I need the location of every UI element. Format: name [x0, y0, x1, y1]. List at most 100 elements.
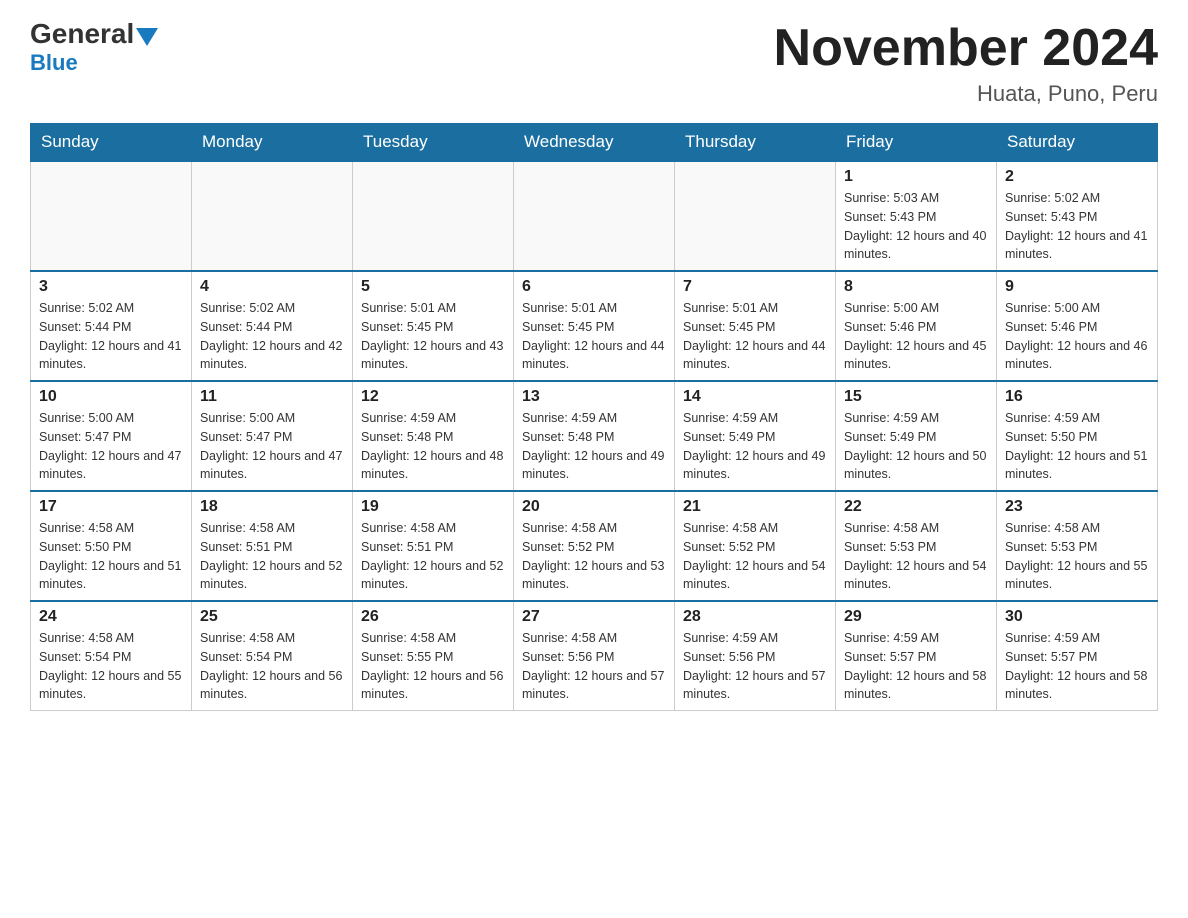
- day-number: 15: [844, 388, 988, 406]
- calendar-cell: 12 Sunrise: 4:59 AMSunset: 5:48 PMDayligh…: [353, 381, 514, 491]
- day-number: 1: [844, 168, 988, 186]
- calendar-cell: 9Sunrise: 5:00 AMSunset: 5:46 PMDaylight…: [997, 271, 1158, 381]
- day-number: 3: [39, 278, 183, 296]
- day-number: 6: [522, 278, 666, 296]
- calendar-cell: [675, 161, 836, 271]
- week-row-1: 1 Sunrise: 5:03 AMSunset: 5:43 PMDaylight…: [31, 161, 1158, 271]
- calendar-table: Sunday Monday Tuesday Wednesday Thursday…: [30, 123, 1158, 711]
- weekday-header-row: Sunday Monday Tuesday Wednesday Thursday…: [31, 124, 1158, 162]
- day-info: Sunrise: 4:58 AMSunset: 5:52 PMDaylight:…: [683, 519, 827, 594]
- day-number: 30: [1005, 608, 1149, 626]
- calendar-cell: [514, 161, 675, 271]
- calendar-cell: [353, 161, 514, 271]
- page-header: General Blue November 2024 Huata, Puno, …: [30, 20, 1158, 107]
- day-info: Sunrise: 5:01 AMSunset: 5:45 PMDaylight:…: [361, 299, 505, 374]
- calendar-cell: 1 Sunrise: 5:03 AMSunset: 5:43 PMDaylight…: [836, 161, 997, 271]
- calendar-cell: 19Sunrise: 4:58 AMSunset: 5:51 PMDayligh…: [353, 491, 514, 601]
- calendar-cell: 3 Sunrise: 5:02 AMSunset: 5:44 PMDaylight…: [31, 271, 192, 381]
- day-number: 20: [522, 498, 666, 516]
- day-info: Sunrise: 4:59 AMSunset: 5:57 PMDaylight:…: [844, 629, 988, 704]
- day-info: Sunrise: 5:03 AMSunset: 5:43 PMDaylight:…: [844, 189, 988, 264]
- calendar-cell: 13Sunrise: 4:59 AMSunset: 5:48 PMDayligh…: [514, 381, 675, 491]
- day-number: 17: [39, 498, 183, 516]
- location-subtitle: Huata, Puno, Peru: [774, 81, 1158, 107]
- calendar-cell: 23 Sunrise: 4:58 AMSunset: 5:53 PMDayligh…: [997, 491, 1158, 601]
- title-area: November 2024 Huata, Puno, Peru: [774, 20, 1158, 107]
- calendar-cell: 15Sunrise: 4:59 AMSunset: 5:49 PMDayligh…: [836, 381, 997, 491]
- week-row-2: 3 Sunrise: 5:02 AMSunset: 5:44 PMDaylight…: [31, 271, 1158, 381]
- day-info: Sunrise: 4:58 AMSunset: 5:52 PMDaylight:…: [522, 519, 666, 594]
- calendar-cell: [192, 161, 353, 271]
- header-thursday: Thursday: [675, 124, 836, 162]
- header-wednesday: Wednesday: [514, 124, 675, 162]
- day-info: Sunrise: 4:58 AMSunset: 5:56 PMDaylight:…: [522, 629, 666, 704]
- day-number: 22: [844, 498, 988, 516]
- calendar-cell: 20 Sunrise: 4:58 AMSunset: 5:52 PMDayligh…: [514, 491, 675, 601]
- calendar-cell: 21 Sunrise: 4:58 AMSunset: 5:52 PMDayligh…: [675, 491, 836, 601]
- day-info: Sunrise: 4:59 AMSunset: 5:56 PMDaylight:…: [683, 629, 827, 704]
- day-number: 18: [200, 498, 344, 516]
- week-row-5: 24 Sunrise: 4:58 AMSunset: 5:54 PMDayligh…: [31, 601, 1158, 711]
- day-number: 10: [39, 388, 183, 406]
- calendar-cell: 17 Sunrise: 4:58 AMSunset: 5:50 PMDayligh…: [31, 491, 192, 601]
- day-number: 9: [1005, 278, 1149, 296]
- calendar-cell: 8Sunrise: 5:00 AMSunset: 5:46 PMDaylight…: [836, 271, 997, 381]
- calendar-cell: 18Sunrise: 4:58 AMSunset: 5:51 PMDayligh…: [192, 491, 353, 601]
- day-number: 24: [39, 608, 183, 626]
- week-row-4: 17 Sunrise: 4:58 AMSunset: 5:50 PMDayligh…: [31, 491, 1158, 601]
- day-info: Sunrise: 4:59 AMSunset: 5:48 PMDaylight:…: [522, 409, 666, 484]
- calendar-cell: 10 Sunrise: 5:00 AMSunset: 5:47 PMDayligh…: [31, 381, 192, 491]
- calendar-cell: 24 Sunrise: 4:58 AMSunset: 5:54 PMDayligh…: [31, 601, 192, 711]
- day-info: Sunrise: 5:00 AMSunset: 5:47 PMDaylight:…: [200, 409, 344, 484]
- day-number: 29: [844, 608, 988, 626]
- header-tuesday: Tuesday: [353, 124, 514, 162]
- day-number: 21: [683, 498, 827, 516]
- day-info: Sunrise: 4:59 AMSunset: 5:48 PMDaylight:…: [361, 409, 505, 484]
- calendar-cell: 11Sunrise: 5:00 AMSunset: 5:47 PMDayligh…: [192, 381, 353, 491]
- day-info: Sunrise: 4:59 AMSunset: 5:57 PMDaylight:…: [1005, 629, 1149, 704]
- day-number: 28: [683, 608, 827, 626]
- calendar-cell: 27Sunrise: 4:58 AMSunset: 5:56 PMDayligh…: [514, 601, 675, 711]
- calendar-cell: 26Sunrise: 4:58 AMSunset: 5:55 PMDayligh…: [353, 601, 514, 711]
- calendar-cell: 6Sunrise: 5:01 AMSunset: 5:45 PMDaylight…: [514, 271, 675, 381]
- calendar-cell: 4 Sunrise: 5:02 AMSunset: 5:44 PMDaylight…: [192, 271, 353, 381]
- day-info: Sunrise: 5:02 AMSunset: 5:44 PMDaylight:…: [200, 299, 344, 374]
- day-info: Sunrise: 4:58 AMSunset: 5:53 PMDaylight:…: [1005, 519, 1149, 594]
- day-number: 16: [1005, 388, 1149, 406]
- day-info: Sunrise: 4:58 AMSunset: 5:54 PMDaylight:…: [39, 629, 183, 704]
- week-row-3: 10 Sunrise: 5:00 AMSunset: 5:47 PMDayligh…: [31, 381, 1158, 491]
- header-saturday: Saturday: [997, 124, 1158, 162]
- logo-bottom: Blue: [30, 50, 78, 76]
- header-sunday: Sunday: [31, 124, 192, 162]
- day-number: 4: [200, 278, 344, 296]
- calendar-cell: 25Sunrise: 4:58 AMSunset: 5:54 PMDayligh…: [192, 601, 353, 711]
- day-number: 12: [361, 388, 505, 406]
- calendar-cell: 5 Sunrise: 5:01 AMSunset: 5:45 PMDaylight…: [353, 271, 514, 381]
- calendar-cell: 7 Sunrise: 5:01 AMSunset: 5:45 PMDaylight…: [675, 271, 836, 381]
- calendar-cell: 22 Sunrise: 4:58 AMSunset: 5:53 PMDayligh…: [836, 491, 997, 601]
- day-info: Sunrise: 4:59 AMSunset: 5:49 PMDaylight:…: [683, 409, 827, 484]
- day-info: Sunrise: 5:00 AMSunset: 5:46 PMDaylight:…: [844, 299, 988, 374]
- day-info: Sunrise: 4:59 AMSunset: 5:50 PMDaylight:…: [1005, 409, 1149, 484]
- day-info: Sunrise: 5:02 AMSunset: 5:44 PMDaylight:…: [39, 299, 183, 374]
- month-title: November 2024: [774, 20, 1158, 77]
- day-number: 2: [1005, 168, 1149, 186]
- calendar-cell: 16 Sunrise: 4:59 AMSunset: 5:50 PMDayligh…: [997, 381, 1158, 491]
- header-friday: Friday: [836, 124, 997, 162]
- calendar-cell: 2Sunrise: 5:02 AMSunset: 5:43 PMDaylight…: [997, 161, 1158, 271]
- logo-top: General: [30, 20, 158, 50]
- day-number: 23: [1005, 498, 1149, 516]
- day-info: Sunrise: 5:00 AMSunset: 5:47 PMDaylight:…: [39, 409, 183, 484]
- header-monday: Monday: [192, 124, 353, 162]
- logo: General Blue: [30, 20, 158, 76]
- calendar-cell: 28 Sunrise: 4:59 AMSunset: 5:56 PMDayligh…: [675, 601, 836, 711]
- calendar-cell: 29 Sunrise: 4:59 AMSunset: 5:57 PMDayligh…: [836, 601, 997, 711]
- day-info: Sunrise: 5:01 AMSunset: 5:45 PMDaylight:…: [683, 299, 827, 374]
- calendar-cell: 14 Sunrise: 4:59 AMSunset: 5:49 PMDayligh…: [675, 381, 836, 491]
- day-number: 7: [683, 278, 827, 296]
- day-number: 19: [361, 498, 505, 516]
- day-info: Sunrise: 4:58 AMSunset: 5:50 PMDaylight:…: [39, 519, 183, 594]
- day-info: Sunrise: 4:58 AMSunset: 5:53 PMDaylight:…: [844, 519, 988, 594]
- day-number: 14: [683, 388, 827, 406]
- day-number: 5: [361, 278, 505, 296]
